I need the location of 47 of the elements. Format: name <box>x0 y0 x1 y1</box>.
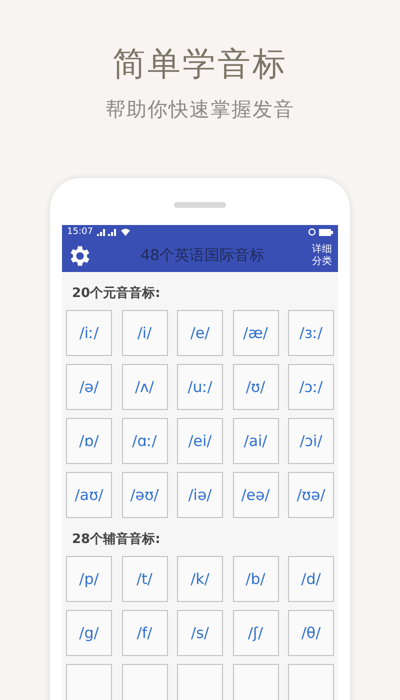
speaker-slot <box>174 202 226 208</box>
section-heading: 28个辅音音标: <box>72 532 162 548</box>
phonetic-tile[interactable]: /k/ <box>177 556 223 602</box>
status-time: 15:07 <box>67 226 93 238</box>
phonetic-tile[interactable]: /ɑː/ <box>122 418 168 464</box>
phonetic-tile[interactable]: /f/ <box>122 610 168 656</box>
phonetic-tile[interactable]: /i/ <box>122 310 168 356</box>
phonetic-tile[interactable] <box>177 664 223 700</box>
phonetic-tile[interactable]: /s/ <box>177 610 223 656</box>
phonetic-tile[interactable]: /p/ <box>66 556 112 602</box>
battery-icon <box>319 228 333 236</box>
phonetic-tile[interactable]: /ɒ/ <box>66 418 112 464</box>
phonetic-tile[interactable]: /iə/ <box>177 472 223 518</box>
phonetic-tile[interactable]: /ʊ/ <box>232 364 278 410</box>
phonetic-tile[interactable]: /uː/ <box>177 364 223 410</box>
phonetic-tile[interactable]: /ʃ/ <box>232 610 278 656</box>
app-title: 48个英语国际音标 <box>139 246 266 265</box>
phonetic-tile[interactable]: /æ/ <box>232 310 278 356</box>
phonetic-tile[interactable]: /aʊ/ <box>66 472 112 518</box>
phonetic-tile[interactable]: /b/ <box>232 556 278 602</box>
phonetic-tile[interactable]: /ei/ <box>177 418 223 464</box>
phonetic-tile[interactable] <box>288 664 334 700</box>
phonetic-tile[interactable]: /ʌ/ <box>122 364 168 410</box>
subheadline: 帮助你快速掌握发音 <box>106 96 294 123</box>
signal-icon <box>96 228 118 236</box>
phonetic-tile[interactable]: /d/ <box>288 556 334 602</box>
phonetic-tile[interactable]: /g/ <box>66 610 112 656</box>
phonetic-tile[interactable]: /θ/ <box>288 610 334 656</box>
phonetic-tile[interactable] <box>66 664 112 700</box>
phonetic-tile[interactable]: /ɔː/ <box>288 364 334 410</box>
headline: 简单学音标 <box>112 44 288 84</box>
phonetic-tile[interactable]: /e/ <box>177 310 223 356</box>
phonetic-tile[interactable]: /ɔi/ <box>288 418 334 464</box>
section-heading: 20个元音音标: <box>72 286 162 302</box>
phonetic-tile[interactable]: /iː/ <box>66 310 112 356</box>
phonetic-tile[interactable]: /ʊə/ <box>288 472 334 518</box>
phonetic-tile[interactable]: /t/ <box>122 556 168 602</box>
wifi-icon <box>120 228 130 236</box>
details-button[interactable]: 详细分类 <box>312 244 332 268</box>
alarm-icon <box>308 228 316 236</box>
phonetic-tile[interactable] <box>122 664 168 700</box>
phonetic-tile[interactable]: /əʊ/ <box>122 472 168 518</box>
phonetic-tile[interactable]: /ai/ <box>232 418 278 464</box>
phonetic-tile[interactable]: /ə/ <box>66 364 112 410</box>
phonetic-tile[interactable]: /ɜː/ <box>288 310 334 356</box>
phonetic-tile[interactable]: /eə/ <box>232 472 278 518</box>
phonetic-tile[interactable] <box>232 664 278 700</box>
